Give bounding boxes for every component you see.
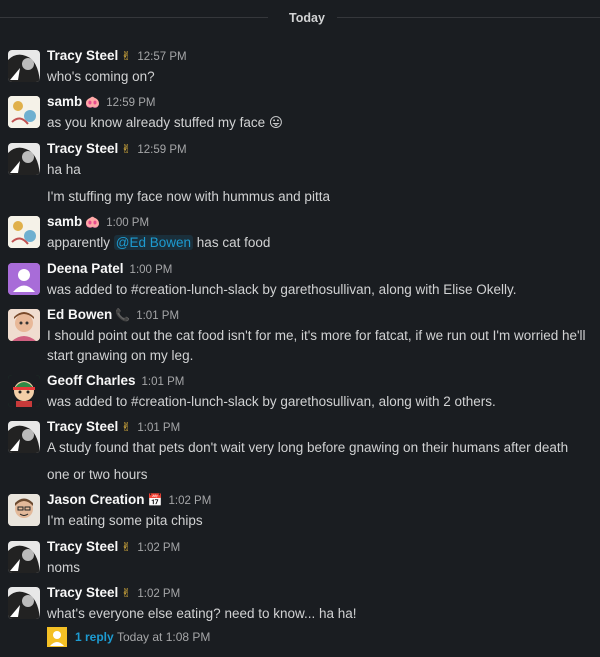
timestamp[interactable]: 1:01 PM [136,310,179,322]
message-text: as you know already stuffed my face 😛 [47,115,283,130]
last-reply-time: Today at 1:08 PM [117,630,211,644]
message-header: Geoff Charles 1:01 PM [47,373,184,388]
avatar-tracy-steel[interactable] [8,50,40,82]
message-header: Jason Creation 📅 1:02 PM [47,492,211,507]
message-text: was added to #creation-lunch-slack by ga… [47,394,496,409]
avatar-tracy-steel[interactable] [8,541,40,573]
status-emoji-icon[interactable]: ✌ [121,49,131,63]
timestamp[interactable]: 1:02 PM [137,588,180,600]
calendar-icon[interactable]: 📅 [148,493,163,507]
timestamp[interactable]: 12:57 PM [137,51,186,63]
user-name[interactable]: Tracy Steel [47,48,118,63]
user-name[interactable]: Geoff Charles [47,373,136,388]
user-name[interactable]: Jason Creation [47,492,145,507]
phone-icon[interactable]: 📞 [115,308,130,322]
message-header: samb 🐽 1:00 PM [47,214,149,229]
avatar-deena-patel[interactable] [8,263,40,295]
message-text-part: has cat food [193,235,271,250]
user-name[interactable]: Ed Bowen [47,307,112,322]
reply-avatar[interactable] [47,627,67,647]
reply-count-link[interactable]: 1 reply [75,630,114,644]
avatar-geoff-charles[interactable] [8,375,40,407]
date-divider-label[interactable]: Today [277,9,337,27]
avatar-ed-bowen[interactable] [8,309,40,341]
status-emoji-icon[interactable]: ✌ [121,586,131,600]
message-header: samb 🐽 12:59 PM [47,94,155,109]
avatar-samb[interactable] [8,96,40,128]
message-header: Tracy Steel ✌ 12:57 PM [47,48,187,63]
message-header: Tracy Steel ✌ 1:02 PM [47,585,180,600]
user-name[interactable]: Tracy Steel [47,539,118,554]
timestamp[interactable]: 1:01 PM [137,422,180,434]
timestamp[interactable]: 12:59 PM [137,144,186,156]
message-text: what's everyone else eating? need to kno… [47,606,357,621]
avatar-jason-creation[interactable] [8,494,40,526]
status-emoji-icon[interactable]: 🐽 [85,95,100,109]
avatar-tracy-steel[interactable] [8,421,40,453]
user-name[interactable]: Tracy Steel [47,585,118,600]
avatar-samb[interactable] [8,216,40,248]
message-header: Ed Bowen 📞 1:01 PM [47,307,179,322]
avatar-tracy-steel[interactable] [8,143,40,175]
timestamp[interactable]: 1:02 PM [137,542,180,554]
timestamp[interactable]: 12:59 PM [106,97,155,109]
user-name[interactable]: samb [47,214,82,229]
message-text: who's coming on? [47,69,155,84]
message-text: was added to #creation-lunch-slack by ga… [47,282,517,297]
timestamp[interactable]: 1:00 PM [106,217,149,229]
message-text: noms [47,560,81,575]
message-text: ha ha [47,162,81,177]
message-text: I'm eating some pita chips [47,513,203,528]
message-text: A study found that pets don't wait very … [47,440,569,455]
message-header: Tracy Steel ✌ 12:59 PM [47,141,187,156]
user-name[interactable]: Tracy Steel [47,419,118,434]
message-text-part: apparently [47,235,114,250]
status-emoji-icon[interactable]: 🐽 [85,215,100,229]
status-emoji-icon[interactable]: ✌ [121,420,131,434]
user-name[interactable]: samb [47,94,82,109]
user-mention[interactable]: @Ed Bowen [113,235,194,250]
message-text: start gnawing on my leg. [47,348,194,363]
timestamp[interactable]: 1:01 PM [142,376,185,388]
timestamp[interactable]: 1:00 PM [130,264,173,276]
message-header: Deena Patel 1:00 PM [47,261,172,276]
message-text: apparently @Ed Bowen has cat food [47,231,592,254]
message-header: Tracy Steel ✌ 1:02 PM [47,539,180,554]
timestamp[interactable]: 1:02 PM [168,495,211,507]
status-emoji-icon[interactable]: ✌ [121,540,131,554]
message-text: I'm stuffing my face now with hummus and… [47,189,330,204]
message-header: Tracy Steel ✌ 1:01 PM [47,419,180,434]
avatar-tracy-steel[interactable] [8,587,40,619]
status-emoji-icon[interactable]: ✌ [121,142,131,156]
message-text: one or two hours [47,467,148,482]
user-name[interactable]: Tracy Steel [47,141,118,156]
user-name[interactable]: Deena Patel [47,261,124,276]
